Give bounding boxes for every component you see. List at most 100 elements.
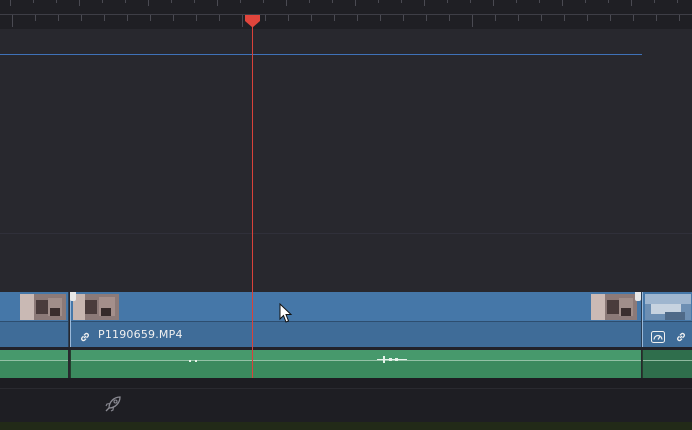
ruler-tick bbox=[56, 0, 57, 3]
ruler-tick bbox=[539, 0, 540, 3]
ruler-tick bbox=[311, 15, 312, 21]
ruler-tick bbox=[355, 0, 356, 6]
ruler-tick bbox=[495, 15, 496, 21]
ruler-tick bbox=[242, 15, 243, 27]
ruler-tick bbox=[150, 15, 151, 21]
ruler-tick bbox=[516, 0, 517, 3]
ruler-tick bbox=[194, 0, 195, 3]
ruler-tick bbox=[541, 15, 542, 21]
clip-thumbnail bbox=[645, 294, 691, 320]
ruler-tick bbox=[585, 0, 586, 3]
ruler-tick bbox=[217, 0, 218, 6]
timecode-ruler[interactable] bbox=[0, 0, 692, 29]
ruler-tick bbox=[380, 15, 381, 21]
clip-name-bar bbox=[643, 322, 692, 347]
track-guide-line bbox=[0, 54, 642, 55]
playhead-marker[interactable] bbox=[244, 14, 261, 28]
ruler-tick bbox=[288, 15, 289, 21]
video-clip-next[interactable] bbox=[642, 292, 692, 347]
ruler-tick bbox=[654, 0, 655, 3]
ruler-tick bbox=[240, 0, 241, 3]
clip-thumbnail bbox=[20, 294, 66, 320]
ruler-tick bbox=[562, 0, 563, 6]
ruler-tick bbox=[424, 0, 425, 6]
ruler-tick bbox=[334, 15, 335, 21]
audio-clip-main[interactable] bbox=[70, 350, 641, 378]
ruler-tick bbox=[518, 15, 519, 21]
ruler-tick bbox=[426, 15, 427, 21]
ruler-tick bbox=[102, 0, 103, 3]
audio-waveform-blip bbox=[377, 356, 407, 363]
clip-trim-handle-out[interactable] bbox=[635, 292, 641, 301]
ruler-tick bbox=[263, 0, 264, 3]
audio-waveform bbox=[71, 350, 641, 360]
ruler-tick bbox=[12, 15, 13, 27]
speedometer-icon bbox=[651, 328, 665, 343]
ruler-tick bbox=[401, 0, 402, 3]
ruler-tick bbox=[58, 15, 59, 21]
ruler-tick bbox=[309, 0, 310, 3]
rocket-icon[interactable] bbox=[103, 394, 123, 414]
audio-level-line[interactable] bbox=[0, 360, 68, 361]
video-clip-previous[interactable] bbox=[0, 292, 69, 347]
ruler-ticks-bottom bbox=[0, 15, 692, 29]
audio-clip-next[interactable] bbox=[642, 350, 692, 378]
ruler-tick bbox=[633, 15, 634, 21]
ruler-tick bbox=[265, 15, 266, 21]
ruler-tick bbox=[470, 0, 471, 3]
ruler-tick bbox=[125, 0, 126, 3]
clip-thumbnail-strip bbox=[643, 292, 692, 322]
ruler-tick bbox=[171, 0, 172, 3]
ruler-tick bbox=[286, 0, 287, 6]
ruler-tick bbox=[33, 0, 34, 3]
audio-clip-previous[interactable] bbox=[0, 350, 68, 378]
ruler-tick bbox=[472, 15, 473, 27]
ruler-tick bbox=[378, 0, 379, 3]
video-clip-main[interactable]: P1190659.MP4 bbox=[70, 292, 642, 347]
track-divider bbox=[0, 233, 692, 234]
ruler-tick bbox=[79, 0, 80, 6]
clip-name-bar: P1190659.MP4 bbox=[71, 322, 641, 347]
ruler-ticks-top bbox=[0, 0, 692, 14]
audio-level-line[interactable] bbox=[71, 360, 641, 361]
audio-waveform-blip bbox=[189, 360, 197, 362]
ruler-tick bbox=[610, 15, 611, 21]
clip-thumbnail-end bbox=[591, 294, 637, 320]
ruler-tick bbox=[104, 15, 105, 21]
clip-name-label: P1190659.MP4 bbox=[98, 328, 183, 341]
ruler-tick bbox=[148, 0, 149, 6]
ruler-tick bbox=[677, 0, 678, 3]
ruler-tick bbox=[127, 15, 128, 21]
ruler-tick bbox=[631, 0, 632, 6]
ruler-tick bbox=[447, 0, 448, 3]
link-icon bbox=[79, 328, 91, 342]
ruler-tick bbox=[587, 15, 588, 21]
ruler-tick bbox=[357, 15, 358, 21]
ruler-tick bbox=[332, 0, 333, 3]
audio-level-line[interactable] bbox=[643, 360, 692, 361]
clip-thumbnail-start bbox=[73, 294, 119, 320]
ruler-tick bbox=[196, 15, 197, 21]
ruler-tick bbox=[679, 15, 680, 21]
link-icon bbox=[675, 328, 687, 342]
clip-thumbnail-strip bbox=[71, 292, 641, 322]
ruler-tick bbox=[656, 15, 657, 21]
audio-waveform bbox=[0, 350, 68, 360]
ruler-tick bbox=[10, 0, 11, 6]
ruler-tick bbox=[493, 0, 494, 6]
ruler-tick bbox=[608, 0, 609, 3]
track-footer bbox=[0, 378, 692, 388]
mouse-pointer-icon bbox=[279, 303, 293, 323]
timeline-track-area[interactable] bbox=[0, 29, 692, 292]
ruler-tick bbox=[173, 15, 174, 21]
ruler-tick bbox=[403, 15, 404, 21]
clip-name-bar bbox=[0, 322, 68, 347]
bottom-edge-strip bbox=[0, 422, 692, 430]
clip-thumbnail-strip bbox=[0, 292, 68, 322]
ruler-tick bbox=[564, 15, 565, 21]
playhead-line[interactable] bbox=[252, 22, 253, 378]
ruler-tick bbox=[81, 15, 82, 21]
clip-trim-handle-in[interactable] bbox=[70, 292, 76, 301]
ruler-tick bbox=[35, 15, 36, 21]
ruler-tick bbox=[219, 15, 220, 21]
